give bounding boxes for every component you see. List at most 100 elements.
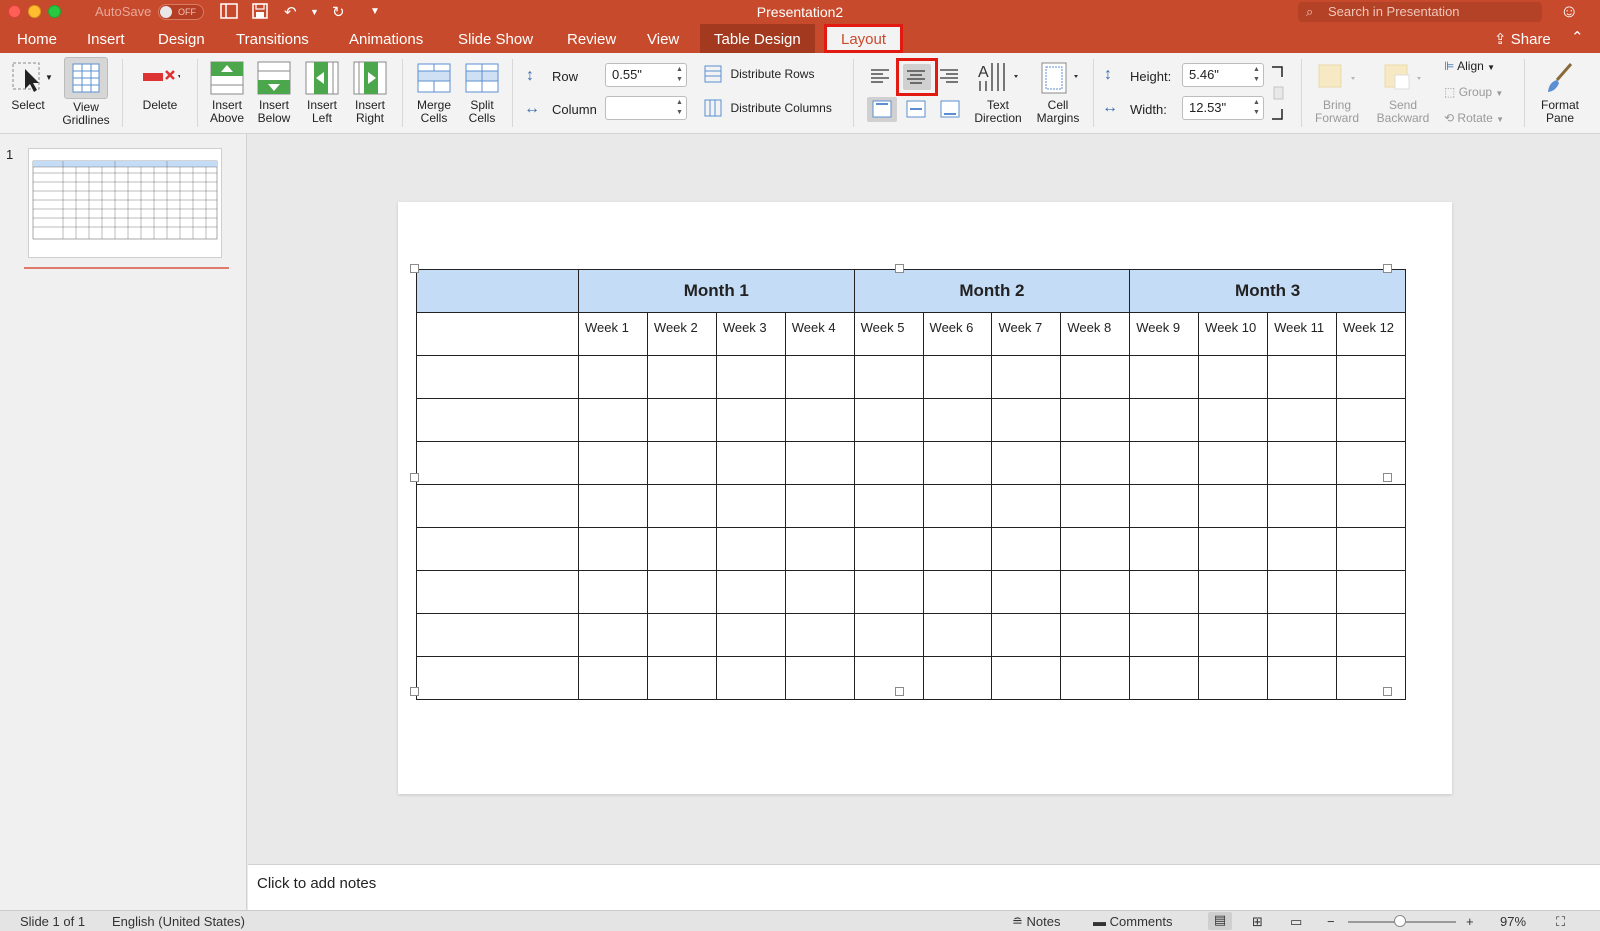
table-cell[interactable] [853,398,924,442]
undo-dropdown-icon[interactable]: ▼ [310,7,319,17]
table-cell[interactable] [922,527,993,571]
table-cell[interactable] [1267,441,1337,485]
feedback-smiley-icon[interactable]: ☺ [1560,1,1578,22]
split-cells-button[interactable]: Split Cells [460,61,504,125]
table-cell[interactable] [1129,398,1200,442]
table-cell[interactable] [1267,398,1337,442]
table-cell[interactable] [646,398,717,442]
resize-handle[interactable] [1383,687,1392,696]
table-cell[interactable] [1198,656,1269,700]
table-cell[interactable] [1335,527,1407,571]
resize-handle[interactable] [895,264,904,273]
table-cell[interactable] [784,441,855,485]
table-cell[interactable] [1060,355,1131,399]
table-cell[interactable] [991,484,1062,528]
table-cell[interactable] [1060,656,1131,700]
table-cell[interactable] [578,484,648,528]
table-cell[interactable] [416,527,579,571]
redo-icon[interactable]: ↻ [332,3,345,21]
table-cell[interactable] [1267,484,1337,528]
table-cell[interactable] [578,613,648,657]
table-cell[interactable] [1335,398,1407,442]
text-direction-button[interactable]: A Text Direction [970,61,1026,125]
table-cell[interactable] [646,355,717,399]
align-right-button[interactable] [936,63,964,89]
table-cell[interactable] [1129,441,1200,485]
search-input[interactable]: ⌕ Search in Presentation [1298,2,1542,22]
week-header-cell[interactable]: Week 6 [922,312,993,356]
normal-view-button[interactable]: ▤ [1208,912,1232,930]
table-cell[interactable] [1267,656,1337,700]
format-pane-button[interactable]: Format Pane [1532,61,1588,125]
tab-insert[interactable]: Insert [73,24,139,53]
rotate-button[interactable]: ⟲ Rotate ▼ [1444,111,1504,125]
table-cell[interactable] [922,484,993,528]
view-gridlines-button[interactable]: View Gridlines [62,57,110,127]
table-cell[interactable] [784,484,855,528]
table-cell[interactable] [1267,355,1337,399]
tab-animations[interactable]: Animations [335,24,437,53]
table-cell[interactable] [715,613,786,657]
insert-right-button[interactable]: Insert Right [348,61,392,125]
table-cell[interactable] [578,570,648,614]
share-button[interactable]: ⇪ Share [1494,30,1551,48]
table-cell[interactable] [646,570,717,614]
table-cell[interactable] [1198,613,1269,657]
table-height-input[interactable]: 5.46" ▲ ▼ [1182,63,1264,87]
table-cell[interactable] [1060,398,1131,442]
collapse-ribbon-icon[interactable]: ⌃ [1571,28,1584,46]
week-header-cell[interactable]: Week 9 [1129,312,1200,356]
month-header-cell[interactable]: Month 3 [1129,269,1406,313]
table-cell[interactable] [1198,484,1269,528]
insert-above-button[interactable]: Insert Above [205,61,249,125]
table-cell[interactable] [1267,527,1337,571]
distribute-rows-button[interactable]: Distribute Rows [704,65,814,83]
fit-to-window-button[interactable]: ⛶ [1556,914,1565,930]
slide[interactable]: Month 1 Month 2 Month 3 Week 1 Week 2 We… [398,202,1452,794]
table-cell[interactable] [1198,355,1269,399]
week-header-cell[interactable]: Week 5 [853,312,924,356]
table-cell[interactable] [784,570,855,614]
minimize-window-button[interactable] [28,5,41,18]
table-cell[interactable] [1335,613,1407,657]
tab-transitions[interactable]: Transitions [222,24,323,53]
table-cell[interactable] [991,570,1062,614]
table-cell[interactable] [991,398,1062,442]
table-cell[interactable] [922,398,993,442]
zoom-out-button[interactable]: − [1327,914,1335,929]
merge-cells-button[interactable]: Merge Cells [410,61,458,125]
tab-review[interactable]: Review [553,24,630,53]
table-cell[interactable] [1129,613,1200,657]
table-cell[interactable] [922,355,993,399]
table-cell[interactable] [922,441,993,485]
week-header-cell[interactable]: Week 10 [1198,312,1269,356]
table-cell[interactable] [784,355,855,399]
table-cell[interactable] [853,484,924,528]
notes-pane[interactable]: Click to add notes [248,864,1600,910]
table-cell[interactable] [1060,527,1131,571]
table-cell[interactable] [1335,656,1407,700]
table-cell[interactable] [715,355,786,399]
table-cell[interactable] [715,656,786,700]
table-cell[interactable] [1129,484,1200,528]
table-cell[interactable] [578,398,648,442]
table-cell[interactable] [784,527,855,571]
presenter-view-button[interactable]: ▭ [1290,914,1302,930]
autosave-toggle[interactable]: OFF [158,4,204,20]
table-cell[interactable] [853,613,924,657]
week-header-cell[interactable]: Week 8 [1060,312,1131,356]
table-cell[interactable] [1060,484,1131,528]
table-cell[interactable] [416,570,579,614]
table-cell[interactable] [922,613,993,657]
table-cell[interactable] [416,441,579,485]
resize-handle[interactable] [410,687,419,696]
table-cell[interactable] [991,656,1062,700]
table-cell[interactable] [1129,570,1200,614]
zoom-slider-thumb[interactable] [1394,915,1406,927]
align-center-button[interactable] [903,64,931,90]
insert-below-button[interactable]: Insert Below [252,61,296,125]
table-cell[interactable] [784,656,855,700]
table-cell[interactable] [715,527,786,571]
table-cell[interactable] [578,441,648,485]
schedule-table[interactable]: Month 1 Month 2 Month 3 Week 1 Week 2 We… [416,269,1407,700]
